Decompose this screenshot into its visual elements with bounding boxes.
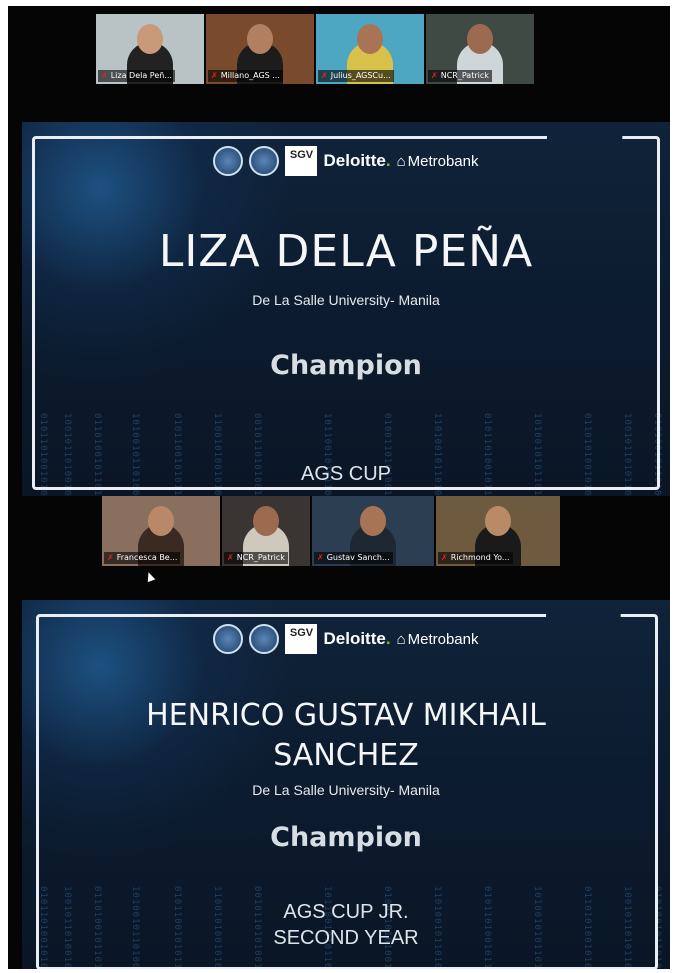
participant-tile[interactable]: ✗ NCR_Patrick	[222, 496, 310, 566]
seal-icon	[249, 146, 280, 176]
sgv-logo: SGV	[285, 146, 318, 176]
winner-name: LIZA DELA PEÑA	[158, 226, 534, 277]
shared-screen-slide-1: 0101101001010 1001011010010 0110100101101…	[22, 122, 670, 496]
participant-face	[360, 506, 386, 536]
zoom-meeting-screen: ✗ Liza Dela Peñ... ✗ Millano_AGS ... ✗ Juli…	[8, 6, 670, 969]
deloitte-logo: Deloitte.	[323, 151, 391, 170]
participant-name-label: ✗ Francesca Be...	[104, 552, 181, 564]
participant-face	[357, 24, 383, 54]
participant-name-label: ✗ Liza Dela Peñ...	[98, 70, 175, 82]
award-category: AGS CUP	[300, 463, 392, 485]
participant-tile[interactable]: ✗ Liza Dela Peñ...	[96, 14, 204, 84]
participant-tile[interactable]: ✗ Francesca Be...	[102, 496, 220, 566]
seal-icon	[249, 624, 280, 654]
metrobank-logo: ⌂ Metrobank	[396, 630, 479, 648]
deloitte-logo: Deloitte.	[323, 629, 391, 648]
participant-name-label: ✗ NCR_Patrick	[224, 552, 288, 564]
mic-muted-icon: ✗	[321, 71, 328, 80]
mouse-cursor	[144, 570, 156, 583]
participant-name-label: ✗ Julius_AGSCu...	[318, 70, 394, 82]
participant-tile[interactable]: ✗ Julius_AGSCu...	[316, 14, 424, 84]
participant-gallery-middle: ✗ Francesca Be... ✗ NCR_Patrick ✗ Gustav Sa…	[102, 496, 560, 566]
sponsor-logos: SGV Deloitte. ⌂ Metrobank	[22, 624, 670, 654]
mic-muted-icon: ✗	[431, 71, 438, 80]
slide-frame	[32, 136, 660, 490]
mic-muted-icon: ✗	[211, 71, 218, 80]
metrobank-logo: ⌂ Metrobank	[396, 152, 479, 170]
participant-tile[interactable]: ✗ Richmond Yo...	[436, 496, 560, 566]
participant-tile[interactable]: ✗ NCR_Patrick	[426, 14, 534, 84]
winner-name-line-2: SANCHEZ	[273, 738, 419, 773]
metrobank-logo-icon: ⌂	[396, 630, 406, 648]
deloitte-dot: .	[385, 629, 391, 648]
sgv-logo: SGV	[285, 624, 318, 654]
metrobank-logo-icon: ⌂	[396, 152, 406, 170]
participant-gallery-top: ✗ Liza Dela Peñ... ✗ Millano_AGS ... ✗ Juli…	[96, 14, 534, 84]
mic-muted-icon: ✗	[101, 71, 108, 80]
mic-muted-icon: ✗	[107, 553, 114, 562]
participant-name-label: ✗ Millano_AGS ...	[208, 70, 283, 82]
participant-tile[interactable]: ✗ Gustav Sanch...	[312, 496, 434, 566]
participant-face	[467, 24, 493, 54]
participant-face	[247, 24, 273, 54]
award-category-line-2: SECOND YEAR	[273, 927, 419, 949]
winner-name-line-1: HENRICO GUSTAV MIKHAIL	[146, 698, 546, 733]
mic-muted-icon: ✗	[227, 553, 234, 562]
mic-muted-icon: ✗	[317, 553, 324, 562]
deloitte-dot: .	[385, 151, 391, 170]
mic-muted-icon: ✗	[441, 553, 448, 562]
award-title: Champion	[270, 822, 422, 853]
sponsor-logos: SGV Deloitte. ⌂ Metrobank	[22, 146, 670, 176]
winner-school: De La Salle University- Manila	[252, 292, 440, 308]
participant-tile[interactable]: ✗ Millano_AGS ...	[206, 14, 314, 84]
seal-icon	[213, 624, 244, 654]
participant-face	[137, 24, 163, 54]
award-title: Champion	[270, 350, 422, 381]
participant-face	[485, 506, 511, 536]
seal-icon	[213, 146, 244, 176]
participant-face	[253, 506, 279, 536]
winner-school: De La Salle University- Manila	[252, 782, 440, 798]
shared-screen-slide-2: 0101101001010 1001011010010 0110100101101…	[22, 600, 670, 969]
participant-name-label: ✗ NCR_Patrick	[428, 70, 492, 82]
participant-name-label: ✗ Richmond Yo...	[438, 552, 513, 564]
award-category-line-1: AGS CUP JR.	[283, 901, 409, 923]
participant-face	[148, 506, 174, 536]
participant-name-label: ✗ Gustav Sanch...	[314, 552, 393, 564]
